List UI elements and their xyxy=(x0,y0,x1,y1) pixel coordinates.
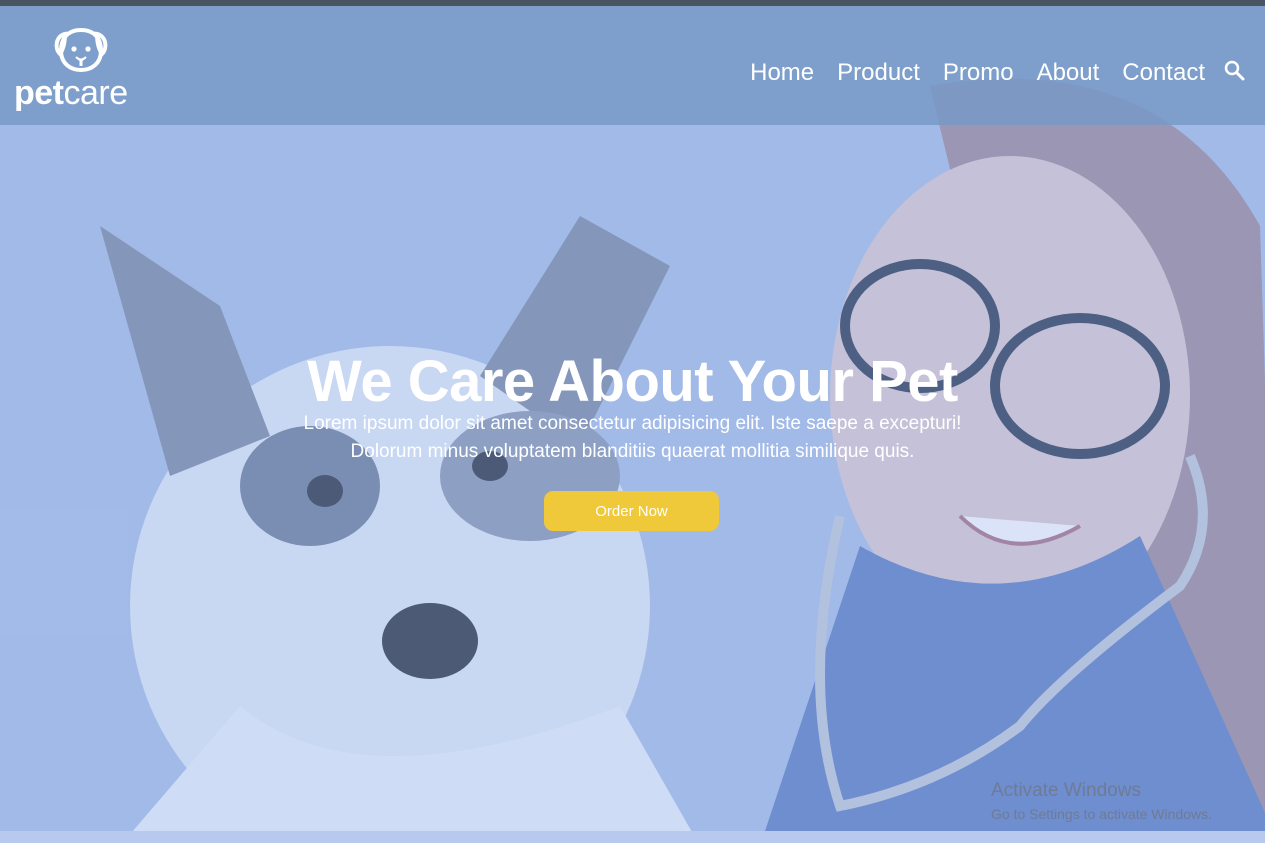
nav-contact[interactable]: Contact xyxy=(1122,59,1205,87)
main-nav: Home Product Promo About Contact xyxy=(750,59,1205,87)
navbar: petcare Home Product Promo About Contact xyxy=(0,6,1265,125)
brand-light: care xyxy=(63,74,129,112)
hero-title: We Care About Your Pet xyxy=(307,349,958,414)
order-now-button[interactable]: Order Now xyxy=(544,491,719,531)
nav-about[interactable]: About xyxy=(1037,59,1100,87)
watermark-title: Activate Windows xyxy=(991,780,1141,801)
nav-product[interactable]: Product xyxy=(837,59,920,87)
search-icon[interactable] xyxy=(1224,60,1246,82)
brand-bold: pet xyxy=(14,74,64,112)
nav-home[interactable]: Home xyxy=(750,59,814,87)
windows-activation-watermark: Activate Windows Go to Settings to activ… xyxy=(991,780,1212,822)
brand-logo[interactable]: petcare xyxy=(14,26,154,118)
hero-line-2: Dolorum minus voluptatem blanditiis quae… xyxy=(350,441,915,462)
bottom-strip xyxy=(0,831,1265,843)
hero-line-1: Lorem ipsum dolor sit amet consectetur a… xyxy=(303,413,962,434)
nav-promo[interactable]: Promo xyxy=(943,59,1014,87)
brand-name: petcare xyxy=(14,76,128,110)
dog-face-icon xyxy=(54,27,108,73)
watermark-subtitle: Go to Settings to activate Windows. xyxy=(991,806,1212,822)
hero-description: Lorem ipsum dolor sit amet consectetur a… xyxy=(0,410,1265,466)
